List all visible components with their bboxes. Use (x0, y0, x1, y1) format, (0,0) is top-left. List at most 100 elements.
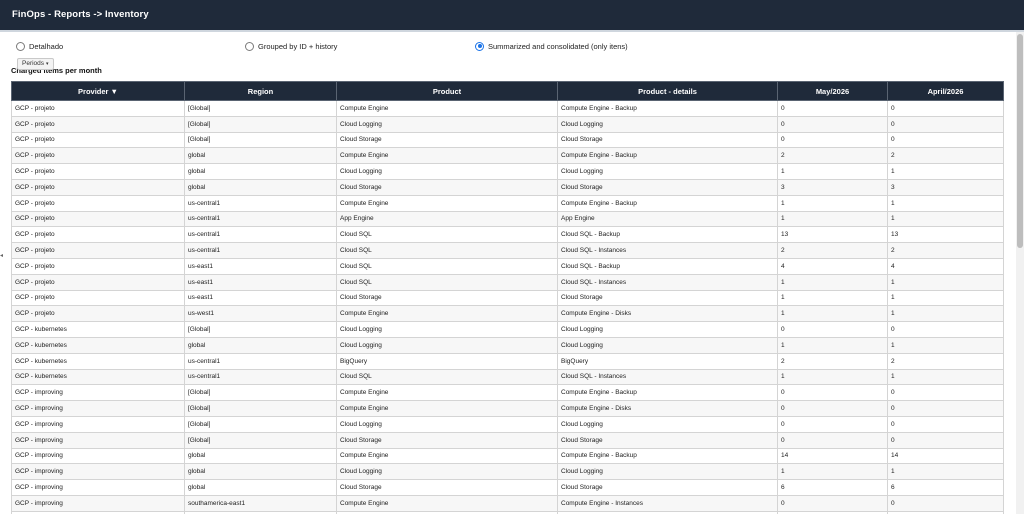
cell-product: BigQuery (336, 352, 558, 370)
table-row[interactable]: GCP - kubernetes [Global] Cloud Logging Clo… (11, 321, 1004, 338)
radio-grouped[interactable] (245, 41, 254, 51)
cell-product-details: Compute Engine - Backup (557, 194, 778, 212)
view-option-label: Detalhado (29, 41, 64, 51)
table-row[interactable]: GCP - improving [Global] Cloud Logging Clou… (11, 415, 1004, 433)
cell-provider: GCP - improving (11, 431, 185, 449)
cell-product-details: Cloud SQL - Instances (557, 242, 778, 259)
column-header-product-details[interactable]: Product - details (557, 81, 778, 101)
cell-product: Compute Engine (336, 194, 558, 212)
view-option-grouped[interactable]: Grouped by ID + history (245, 40, 337, 52)
column-header-region[interactable]: Region (184, 81, 337, 101)
cell-april-2026: 6 (887, 479, 1004, 496)
table-row[interactable]: GCP - improving global Compute Engine Compu… (11, 447, 1004, 465)
cell-product-details: Cloud Storage (557, 178, 778, 196)
cell-april-2026: 1 (887, 194, 1004, 212)
cell-may-2026: 1 (777, 305, 888, 323)
cell-april-2026: 3 (887, 178, 1004, 196)
cell-april-2026: 0 (887, 131, 1004, 149)
cell-product-details: Compute Engine - Instances (557, 494, 778, 512)
cell-product: Compute Engine (336, 305, 558, 323)
table-row[interactable]: GCP - projeto global Cloud Storage Cloud St… (11, 178, 1004, 196)
table-row[interactable]: GCP - projeto global Cloud Logging Cloud Lo… (11, 163, 1004, 180)
cell-product: Cloud SQL (336, 242, 558, 259)
periods-dropdown-button[interactable]: Periods ▾ (17, 58, 54, 70)
table-row[interactable]: GCP - kubernetes us-central1 Cloud SQL Clou… (11, 368, 1004, 386)
table-row[interactable]: GCP - projeto global Compute Engine Compute… (11, 147, 1004, 165)
table-row[interactable]: GCP - projeto [Global] Cloud Logging Cloud … (11, 115, 1004, 133)
radio-detalhado[interactable] (16, 41, 25, 51)
cell-region: us-central1 (184, 194, 337, 212)
cell-product-details: App Engine (557, 210, 778, 228)
vertical-scrollbar[interactable] (1016, 32, 1024, 514)
cell-region: us-west1 (184, 305, 337, 323)
cell-product: Cloud Logging (336, 321, 558, 338)
cell-may-2026: 13 (777, 226, 888, 244)
cell-april-2026: 2 (887, 352, 1004, 370)
table-row[interactable]: GCP - projeto us-central1 Cloud SQL Cloud S… (11, 242, 1004, 259)
table-row[interactable]: GCP - projeto us-central1 App Engine App En… (11, 210, 1004, 228)
table-row[interactable]: GCP - improving [Global] Compute Engine Com… (11, 400, 1004, 417)
column-header-may-2026[interactable]: May/2026 (777, 81, 888, 101)
cell-region: us-east1 (184, 273, 337, 291)
cell-region: global (184, 336, 337, 354)
cell-provider: GCP - kubernetes (11, 352, 185, 370)
cell-april-2026: 0 (887, 115, 1004, 133)
table-row[interactable]: GCP - projeto us-east1 Cloud Storage Cloud … (11, 289, 1004, 307)
table-row[interactable]: GCP - improving [Global] Cloud Storage Clou… (11, 431, 1004, 449)
collapse-arrow-icon[interactable]: ◂ (0, 252, 3, 259)
table-row[interactable]: GCP - projeto us-central1 Cloud SQL Cloud S… (11, 226, 1004, 244)
cell-product-details: Cloud Logging (557, 163, 778, 180)
cell-provider: GCP - improving (11, 384, 185, 402)
table-row[interactable]: GCP - projeto [Global] Compute Engine Compu… (11, 100, 1004, 117)
cell-product-details: Cloud Storage (557, 431, 778, 449)
column-header-april-2026[interactable]: April/2026 (887, 81, 1004, 101)
table-row[interactable]: GCP - improving [Global] Compute Engine Com… (11, 384, 1004, 402)
table-row[interactable]: GCP - projeto [Global] Cloud Storage Cloud … (11, 131, 1004, 149)
cell-product: Cloud Storage (336, 178, 558, 196)
table-row[interactable]: GCP - improving global Cloud Storage Cloud … (11, 479, 1004, 496)
table-row[interactable]: GCP - kubernetes global Cloud Logging Cloud… (11, 336, 1004, 354)
table-row[interactable]: GCP - projeto us-east1 Cloud SQL Cloud SQL … (11, 273, 1004, 291)
table-row[interactable]: GCP - projeto us-west1 Compute Engine Compu… (11, 305, 1004, 323)
cell-product: Cloud Logging (336, 463, 558, 481)
radio-summarized[interactable] (475, 41, 484, 51)
table-row[interactable]: GCP - improvingsouthamerica-east1Compute… (11, 494, 1004, 512)
cell-region: us-central1 (184, 242, 337, 259)
cell-product-details: Cloud Logging (557, 336, 778, 354)
table-row[interactable]: GCP - kubernetes us-central1 BigQuery BigQu… (11, 352, 1004, 370)
cell-product-details: Cloud Logging (557, 415, 778, 433)
cell-may-2026: 6 (777, 479, 888, 496)
table-row[interactable]: GCP - projeto us-central1 Compute Engine Co… (11, 194, 1004, 212)
scrollbar-thumb[interactable] (1017, 34, 1023, 248)
cell-may-2026: 0 (777, 431, 888, 449)
cell-april-2026: 1 (887, 163, 1004, 180)
cell-product-details: Cloud SQL - Instances (557, 368, 778, 386)
cell-product: Compute Engine (336, 447, 558, 465)
column-header-product[interactable]: Product (336, 81, 558, 101)
cell-april-2026: 2 (887, 242, 1004, 259)
view-option-summarized[interactable]: Summarized and consolidated (only itens) (475, 40, 628, 52)
cell-may-2026: 0 (777, 384, 888, 402)
periods-label: Periods (22, 60, 45, 67)
cell-april-2026: 0 (887, 415, 1004, 433)
cell-may-2026: 1 (777, 336, 888, 354)
cell-april-2026: 0 (887, 494, 1004, 512)
cell-april-2026: 1 (887, 336, 1004, 354)
cell-april-2026: 1 (887, 463, 1004, 481)
cell-region: global (184, 147, 337, 165)
cell-product-details: Compute Engine - Backup (557, 447, 778, 465)
cell-april-2026: 0 (887, 384, 1004, 402)
cell-provider: GCP - improving (11, 415, 185, 433)
cell-region: global (184, 163, 337, 180)
column-header-provider[interactable]: Provider ▼ (11, 81, 185, 101)
cell-region: [Global] (184, 431, 337, 449)
cell-provider: GCP - projeto (11, 289, 185, 307)
table-row[interactable]: GCP - improving global Cloud Logging Cloud … (11, 463, 1004, 481)
cell-product-details: Cloud SQL - Backup (557, 226, 778, 244)
table-row[interactable]: GCP - projeto us-east1 Cloud SQL Cloud SQL … (11, 257, 1004, 275)
cell-region: [Global] (184, 400, 337, 417)
cell-region: [Global] (184, 384, 337, 402)
view-option-detalhado[interactable]: Detalhado (16, 40, 63, 52)
cell-may-2026: 4 (777, 257, 888, 275)
cell-region: us-central1 (184, 210, 337, 228)
